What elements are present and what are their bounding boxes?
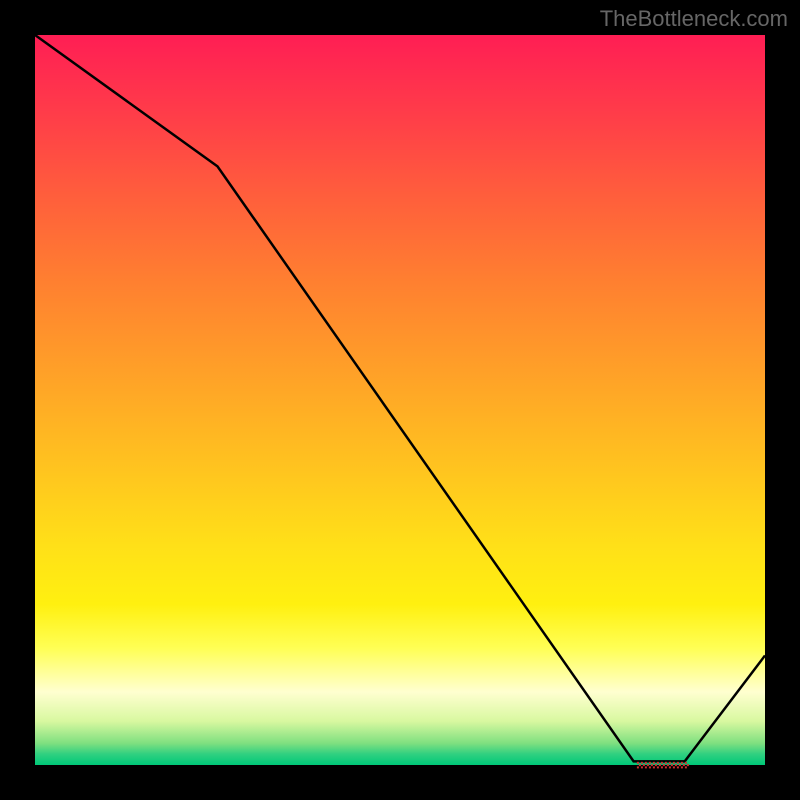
chart-plot-area	[33, 33, 767, 767]
chart-flat-marker	[35, 35, 769, 769]
watermark-text: TheBottleneck.com	[600, 6, 788, 32]
